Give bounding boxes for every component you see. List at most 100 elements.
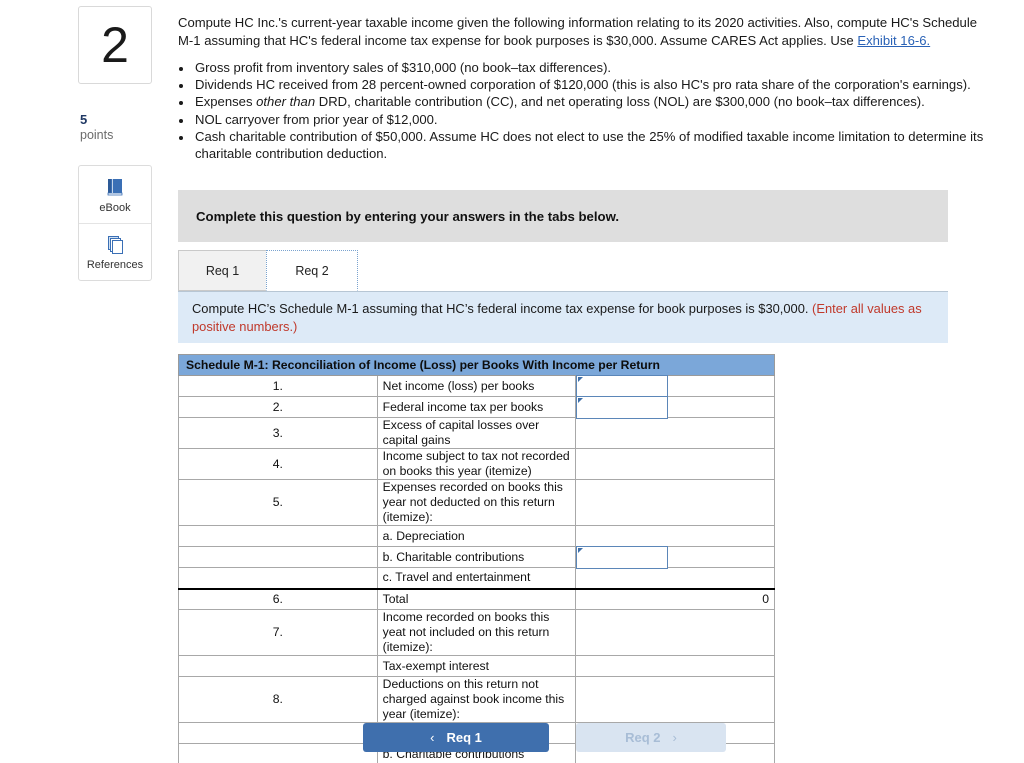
table-header-row: Schedule M-1: Reconciliation of Income (… <box>178 354 775 377</box>
main-content: Compute HC Inc.'s current-year taxable i… <box>178 0 1024 763</box>
references-button[interactable]: References <box>79 223 151 280</box>
references-label: References <box>86 259 144 271</box>
chevron-left-icon: ‹ <box>430 730 435 745</box>
tool-panel: eBook References <box>78 165 152 281</box>
row-number-cell <box>178 743 378 763</box>
list-item: Expenses other than DRD, charitable cont… <box>193 93 988 110</box>
question-number: 2 <box>101 17 129 73</box>
question-page: 2 5 points eBook References Compute HC I… <box>0 0 1024 763</box>
question-prompt: Compute HC Inc.'s current-year taxable i… <box>178 14 994 49</box>
bullet-text: Gross profit from inventory sales of $31… <box>195 60 612 75</box>
complete-question-text: Complete this question by entering your … <box>196 208 620 224</box>
row-description-cell: b. Charitable contributions <box>376 546 577 569</box>
row-number-cell <box>178 525 378 548</box>
tab-req-2[interactable]: Req 2 <box>266 250 358 292</box>
row-description-cell: Tax-exempt interest <box>376 655 577 678</box>
row-number-cell: 5. <box>178 479 378 527</box>
row-description-cell: Federal income tax per books <box>376 396 577 419</box>
row-description-cell: Deductions on this return not charged ag… <box>376 676 577 724</box>
ebook-label: eBook <box>99 201 131 214</box>
next-requirement-button[interactable]: Req 2 › <box>576 723 726 752</box>
row-number-cell: 4. <box>178 448 378 481</box>
schedule-value-input[interactable] <box>576 546 669 570</box>
row-number-cell <box>178 546 378 569</box>
tab-req-1-label: Req 1 <box>205 263 240 278</box>
row-number-cell: 3. <box>178 417 378 450</box>
schedule-m1-header: Schedule M-1: Reconciliation of Income (… <box>178 354 775 377</box>
question-number-box: 2 <box>78 6 152 84</box>
table-row: 7. Income recorded on books this yeat not… <box>178 609 775 657</box>
table-row: 1. Net income (loss) per books <box>178 375 775 399</box>
row-description-cell: a. Depreciation <box>376 525 577 548</box>
pages-icon <box>104 233 126 255</box>
bullet-text: NOL carryover from prior year of $12,000… <box>195 111 438 127</box>
row-description-cell: Income recorded on books this yeat not i… <box>376 609 577 657</box>
requirement-instruction-main: Compute HC’s Schedule M-1 assuming that … <box>192 301 813 317</box>
list-item: Cash charitable contribution of $50,000.… <box>193 128 988 162</box>
row-description-cell: c. Travel and entertainment <box>376 567 577 590</box>
tab-req-1[interactable]: Req 1 <box>178 250 267 292</box>
list-item: Dividends HC received from 28 percent-ow… <box>193 76 988 93</box>
row-value-cell <box>575 655 775 678</box>
table-row: 2. Federal income tax per books <box>178 396 775 420</box>
table-row: 3. Excess of capital losses over capital … <box>178 417 775 450</box>
tab-req-2-label: Req 2 <box>295 263 329 278</box>
row-number-cell <box>178 655 378 678</box>
row-description-cell: Net income (loss) per books <box>376 375 577 398</box>
row-description-cell: Income subject to tax not recorded on bo… <box>376 448 577 481</box>
list-item: NOL carryover from prior year of $12,000… <box>193 111 988 128</box>
complete-question-banner: Complete this question by entering your … <box>178 190 948 243</box>
prev-requirement-label: Req 1 <box>446 730 482 745</box>
row-description-cell: Excess of capital losses over capital ga… <box>376 417 577 450</box>
ebook-button[interactable]: eBook <box>79 166 151 223</box>
points-block: 5 points <box>78 112 154 143</box>
prev-requirement-button[interactable]: ‹ Req 1 <box>363 723 549 752</box>
row-value-cell <box>575 676 775 724</box>
table-row: 6. Total 0 <box>178 587 775 611</box>
row-number-cell: 2. <box>178 396 378 419</box>
next-requirement-label: Req 2 <box>625 730 661 745</box>
left-rail: 2 5 points eBook References <box>78 6 154 281</box>
schedule-value-input[interactable] <box>576 396 669 420</box>
bullet-text-post: DRD, charitable contribution (CC), and n… <box>315 94 925 110</box>
table-row: a. Depreciation <box>178 525 775 548</box>
row-description-cell: Total <box>376 587 577 611</box>
schedule-m1-table-wrap: Schedule M-1: Reconciliation of Income (… <box>178 354 775 763</box>
row-number-cell: 7. <box>178 609 378 657</box>
row-value-cell: 0 <box>575 587 775 611</box>
row-description-cell: Expenses recorded on books this year not… <box>376 479 577 527</box>
schedule-value-input[interactable] <box>576 375 669 399</box>
row-value-cell <box>575 448 775 481</box>
row-input-cell[interactable] <box>575 546 775 570</box>
table-row: c. Travel and entertainment <box>178 567 775 590</box>
table-row: 5. Expenses recorded on books this year n… <box>178 479 775 527</box>
points-label: points <box>80 128 114 142</box>
points-value: 5 <box>80 112 88 127</box>
requirement-tabs: Req 1 Req 2 <box>178 250 948 292</box>
bullet-text: Dividends HC received from 28 percent-ow… <box>195 77 971 93</box>
list-item: Gross profit from inventory sales of $31… <box>193 59 988 76</box>
exhibit-link[interactable]: Exhibit 16-6. <box>857 33 930 48</box>
question-bullet-list: Gross profit from inventory sales of $31… <box>178 59 988 162</box>
bullet-text-emphasis: other than <box>256 94 316 110</box>
schedule-m1-table: Schedule M-1: Reconciliation of Income (… <box>178 354 775 763</box>
chevron-right-icon: › <box>672 730 677 745</box>
schedule-m1-body: 1. Net income (loss) per books 2. Federal i… <box>178 375 775 763</box>
row-input-cell[interactable] <box>575 375 775 399</box>
row-number-cell: 8. <box>178 676 378 724</box>
book-icon <box>104 176 126 198</box>
row-value-cell <box>575 417 775 450</box>
row-input-cell[interactable] <box>575 396 775 420</box>
row-value-cell <box>575 479 775 527</box>
requirement-instruction: Compute HC’s Schedule M-1 assuming that … <box>178 291 948 344</box>
table-row: 4. Income subject to tax not recorded on … <box>178 448 775 481</box>
row-number-cell: 6. <box>178 587 378 611</box>
bullet-text: Cash charitable contribution of $50,000.… <box>195 128 984 162</box>
bullet-text-pre: Expenses <box>195 94 257 110</box>
table-row: 8. Deductions on this return not charged … <box>178 676 775 724</box>
row-number-cell <box>178 567 378 590</box>
row-number-cell: 1. <box>178 375 378 398</box>
table-row: b. Charitable contributions <box>178 546 775 570</box>
table-row: Tax-exempt interest <box>178 655 775 678</box>
footer-navigation: ‹ Req 1 Req 2 › <box>363 723 726 752</box>
